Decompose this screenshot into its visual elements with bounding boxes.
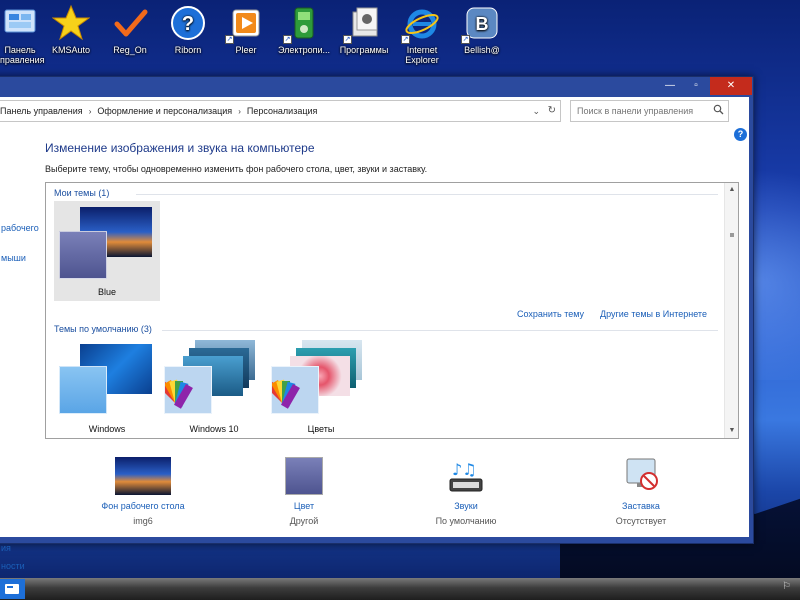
desktop-background-option[interactable]: Фон рабочего стола img6 [78, 457, 208, 537]
address-bar[interactable]: Панель управления › Оформление и персонали… [0, 100, 561, 122]
vertical-scrollbar[interactable]: ▲ ▼ [724, 183, 738, 438]
color-swatch [59, 231, 107, 279]
power-icon: ↗ [283, 4, 323, 44]
desktop-background-link[interactable]: Фон рабочего стола [78, 501, 208, 511]
programs-icon: ↗ [343, 4, 383, 44]
close-button[interactable]: ✕ [710, 77, 752, 95]
shortcut-arrow-icon: ↗ [283, 35, 292, 44]
main-content: ? рабочего мыши ия ности Изменение изобр… [0, 125, 749, 571]
help-icon: ? [169, 4, 207, 42]
shortcut-arrow-icon: ↗ [225, 35, 234, 44]
desktop-icon-riborn[interactable]: ? Riborn [158, 4, 218, 74]
desktop-background-value: img6 [133, 516, 153, 526]
minimize-button[interactable]: — [657, 77, 683, 95]
desktop-icon-reg-on[interactable]: Reg_On [100, 4, 160, 74]
svg-text:B: B [476, 14, 489, 34]
scroll-down-icon[interactable]: ▼ [725, 424, 738, 438]
sidebar-link-mouse[interactable]: мыши [1, 253, 26, 263]
scroll-up-icon[interactable]: ▲ [725, 183, 738, 197]
theme-label: Windows [88, 424, 126, 434]
page-title: Изменение изображения и звука на компьют… [45, 141, 315, 155]
personalization-window: — ▫ ✕ Панель управления › Оформление и пер… [0, 76, 754, 571]
control-panel-icon [1, 4, 39, 42]
sounds-link[interactable]: Звуки [401, 501, 531, 511]
chevron-right-icon: › [88, 107, 92, 116]
chevron-right-icon: › [238, 107, 241, 116]
taskbar: ⚐ [0, 578, 800, 600]
sidebar-link-desktop[interactable]: рабочего [1, 223, 39, 233]
breadcrumb: Панель управления › Оформление и персонали… [0, 106, 317, 116]
theme-blue[interactable]: Blue [54, 201, 160, 301]
screensaver-option[interactable]: Заставка Отсутствует [576, 457, 706, 537]
star-icon [51, 4, 91, 42]
shortcut-arrow-icon: ↗ [461, 35, 470, 44]
shortcut-arrow-icon: ↗ [343, 35, 352, 44]
search-icon[interactable] [713, 104, 724, 115]
sidebar-link-taskbar[interactable]: ия [1, 543, 11, 553]
themes-list: Мои темы (1) Blue Сохранить тему Другие … [45, 182, 739, 439]
scroll-thumb[interactable] [730, 233, 734, 237]
desktop-icon-power[interactable]: ↗ Электропи... [274, 4, 334, 74]
internet-explorer-icon: ↗ [401, 4, 441, 44]
screensaver-value: Отсутствует [615, 516, 667, 526]
theme-flowers[interactable]: Цветы [266, 338, 374, 438]
default-themes-heading: Темы по умолчанию (3) [54, 324, 152, 334]
wallpaper-icon [115, 457, 171, 495]
title-bar[interactable]: — ▫ ✕ [0, 77, 753, 97]
theme-windows[interactable]: Windows [54, 338, 160, 438]
search-box[interactable] [570, 100, 729, 122]
desktop-icon-kmsauto[interactable]: KMSAuto [41, 4, 101, 74]
screensaver-link[interactable]: Заставка [576, 501, 706, 511]
save-theme-link[interactable]: Сохранить тему [517, 309, 584, 319]
page-description: Выберите тему, чтобы одновременно измени… [45, 164, 428, 174]
desktop-icon-internet-explorer[interactable]: ↗ Internet Explorer [392, 4, 452, 74]
more-themes-online-link[interactable]: Другие темы в Интернете [600, 309, 707, 319]
sound-notes-icon: ♪♫ [438, 457, 494, 495]
screensaver-icon [613, 457, 669, 495]
start-button[interactable] [0, 579, 25, 599]
breadcrumb-personalization[interactable]: Персонализация [247, 106, 318, 116]
media-player-icon: ↗ [225, 4, 265, 44]
sounds-value: По умолчанию [435, 516, 497, 526]
theme-windows-10[interactable]: Windows 10 [159, 338, 267, 438]
color-swatch [159, 366, 212, 414]
navigation-bar: Панель управления › Оформление и персонали… [0, 97, 749, 125]
chevron-down-icon[interactable]: ⌄ [532, 106, 540, 117]
my-themes-heading: Мои темы (1) [54, 188, 110, 198]
color-link[interactable]: Цвет [239, 501, 369, 511]
svg-text:?: ? [182, 13, 194, 35]
notification-icon[interactable]: ⚐ [782, 581, 796, 597]
sounds-option[interactable]: ♪♫ Звуки По умолчанию [401, 457, 531, 537]
breadcrumb-control-panel[interactable]: Панель управления [0, 106, 83, 116]
color-swatch [266, 366, 319, 414]
color-fan-icon [159, 379, 193, 409]
color-fan-icon [266, 379, 300, 409]
help-icon[interactable]: ? [734, 128, 747, 141]
search-input[interactable] [571, 101, 711, 121]
color-swatch [59, 366, 107, 414]
theme-label: Windows 10 [189, 424, 239, 434]
color-swatch-icon [285, 457, 323, 495]
sidebar-link-accessibility[interactable]: ности [1, 561, 25, 571]
theme-label: Цветы [307, 424, 335, 434]
maximize-button[interactable]: ▫ [683, 77, 709, 95]
divider [136, 194, 718, 195]
color-option[interactable]: Цвет Другой [239, 457, 369, 537]
shortcut-arrow-icon: ↗ [401, 35, 410, 44]
desktop-icon-pleer[interactable]: ↗ Pleer [216, 4, 276, 74]
vk-icon: B ↗ [461, 4, 501, 44]
svg-text:♪♫: ♪♫ [452, 460, 477, 479]
theme-label: Blue [97, 287, 116, 297]
desktop-icon-programs[interactable]: ↗ Программы [334, 4, 394, 74]
breadcrumb-appearance[interactable]: Оформление и персонализация [97, 106, 232, 116]
checkmark-icon [111, 4, 149, 42]
desktop-icon-bellish[interactable]: B ↗ Bellish@ [452, 4, 512, 74]
refresh-icon[interactable]: ↻ [548, 105, 556, 116]
divider [162, 330, 718, 331]
windows-logo-icon [5, 584, 19, 594]
color-value: Другой [289, 516, 319, 526]
